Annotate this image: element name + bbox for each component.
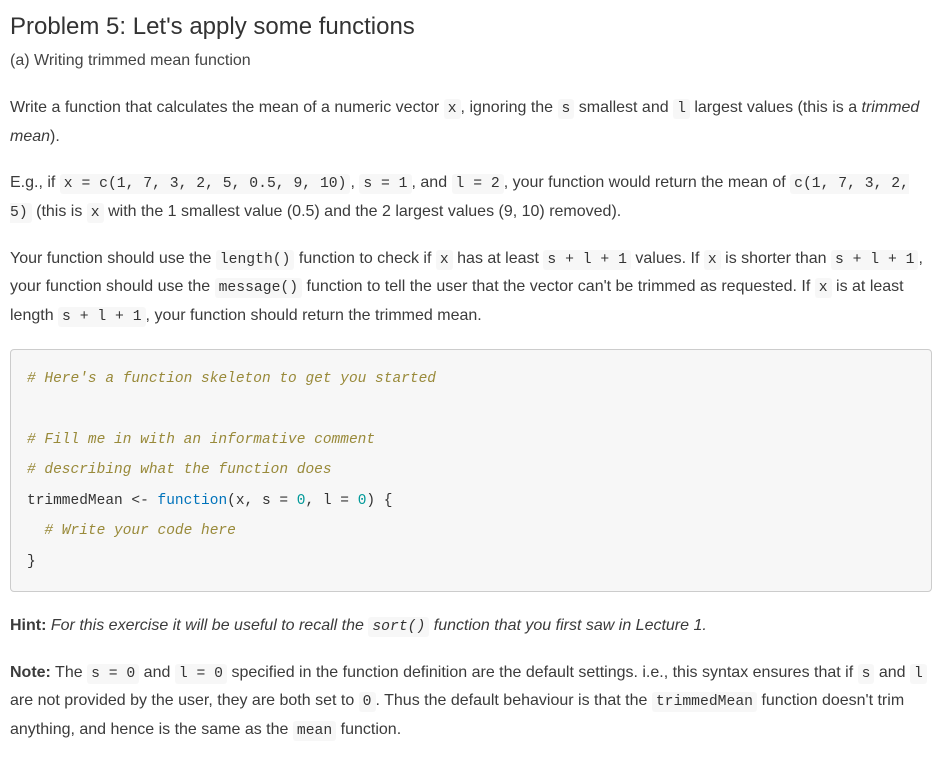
text: has at least [453,250,544,267]
text: E.g., if [10,174,60,191]
text: , [350,174,359,191]
paragraph-note: Note: The s = 0 and l = 0 specified in t… [10,659,932,745]
text: For this exercise it will be useful to r… [46,617,368,634]
inline-code: sort() [368,617,429,637]
inline-code: x [436,250,453,270]
inline-code: l = 2 [452,174,504,194]
code-space [149,493,158,509]
text: , your function would return the mean of [504,174,790,191]
paragraph-example: E.g., if x = c(1, 7, 3, 2, 5, 0.5, 9, 10… [10,169,932,227]
code-block: # Here's a function skeleton to get you … [10,349,932,592]
inline-code: length() [216,250,295,270]
inline-code: l [910,664,927,684]
inline-code: s [558,99,575,119]
inline-code: x [704,250,721,270]
text: and [874,664,910,681]
text: with the 1 smallest value (0.5) and the … [104,203,622,220]
code-number: 0 [288,493,305,509]
code-comment: # Here's a function skeleton to get you … [27,371,436,387]
text: function. [336,721,401,738]
code-assign: <- [131,493,148,509]
code-arg: l = [323,493,349,509]
code-comment: # Write your code here [27,523,236,539]
text: values. If [631,250,704,267]
inline-code: s + l + 1 [543,250,631,270]
inline-code: x [815,278,832,298]
inline-code: x = c(1, 7, 3, 2, 5, 0.5, 9, 10) [60,174,351,194]
note-label: Note: [10,664,51,681]
text: function to check if [294,250,435,267]
text: The [51,664,87,681]
text: , ignoring the [461,99,558,116]
text: and [139,664,175,681]
paragraph-hint: Hint: For this exercise it will be usefu… [10,612,932,641]
text: function to tell the user that the vecto… [302,278,815,295]
code-brace: ) { [366,493,392,509]
text: . Thus the default behaviour is that the [376,692,652,709]
inline-code: s = 1 [359,174,411,194]
inline-code: s + l + 1 [58,307,146,327]
text: Your function should use the [10,250,216,267]
text: is shorter than [721,250,831,267]
text: , and [412,174,452,191]
inline-code: mean [293,721,336,741]
code-comment: # Fill me in with an informative comment [27,432,375,448]
section-subtitle: (a) Writing trimmed mean function [10,50,932,72]
text: are not provided by the user, they are b… [10,692,359,709]
text: Write a function that calculates the mea… [10,99,444,116]
paragraph-requirements: Your function should use the length() fu… [10,245,932,331]
code-identifier: trimmedMean [27,493,131,509]
code-number: 0 [349,493,366,509]
text: (this is [32,203,87,220]
inline-code: x [87,203,104,223]
inline-code: message() [215,278,303,298]
text: ). [50,128,60,145]
text: , your function should return the trimme… [146,307,482,324]
text: specified in the function definition are… [227,664,858,681]
inline-code: 0 [359,692,376,712]
inline-code: l [673,99,690,119]
code-brace: } [27,554,36,570]
inline-code: l = 0 [175,664,227,684]
code-paren: ( [227,493,236,509]
inline-code: s [858,664,875,684]
paragraph-intro: Write a function that calculates the mea… [10,94,932,151]
text: function that you first saw in Lecture 1… [429,617,706,634]
code-comment: # describing what the function does [27,462,332,478]
code-arg: x, [236,493,262,509]
page-title: Problem 5: Let's apply some functions [10,12,932,42]
text: smallest and [574,99,673,116]
inline-code: x [444,99,461,119]
code-arg: s = [262,493,288,509]
code-comma: , [305,493,322,509]
inline-code: s + l + 1 [831,250,919,270]
hint-label: Hint: [10,617,46,634]
text: largest values (this is a [690,99,862,116]
inline-code: trimmedMean [652,692,757,712]
code-keyword: function [158,493,228,509]
inline-code: s = 0 [87,664,139,684]
